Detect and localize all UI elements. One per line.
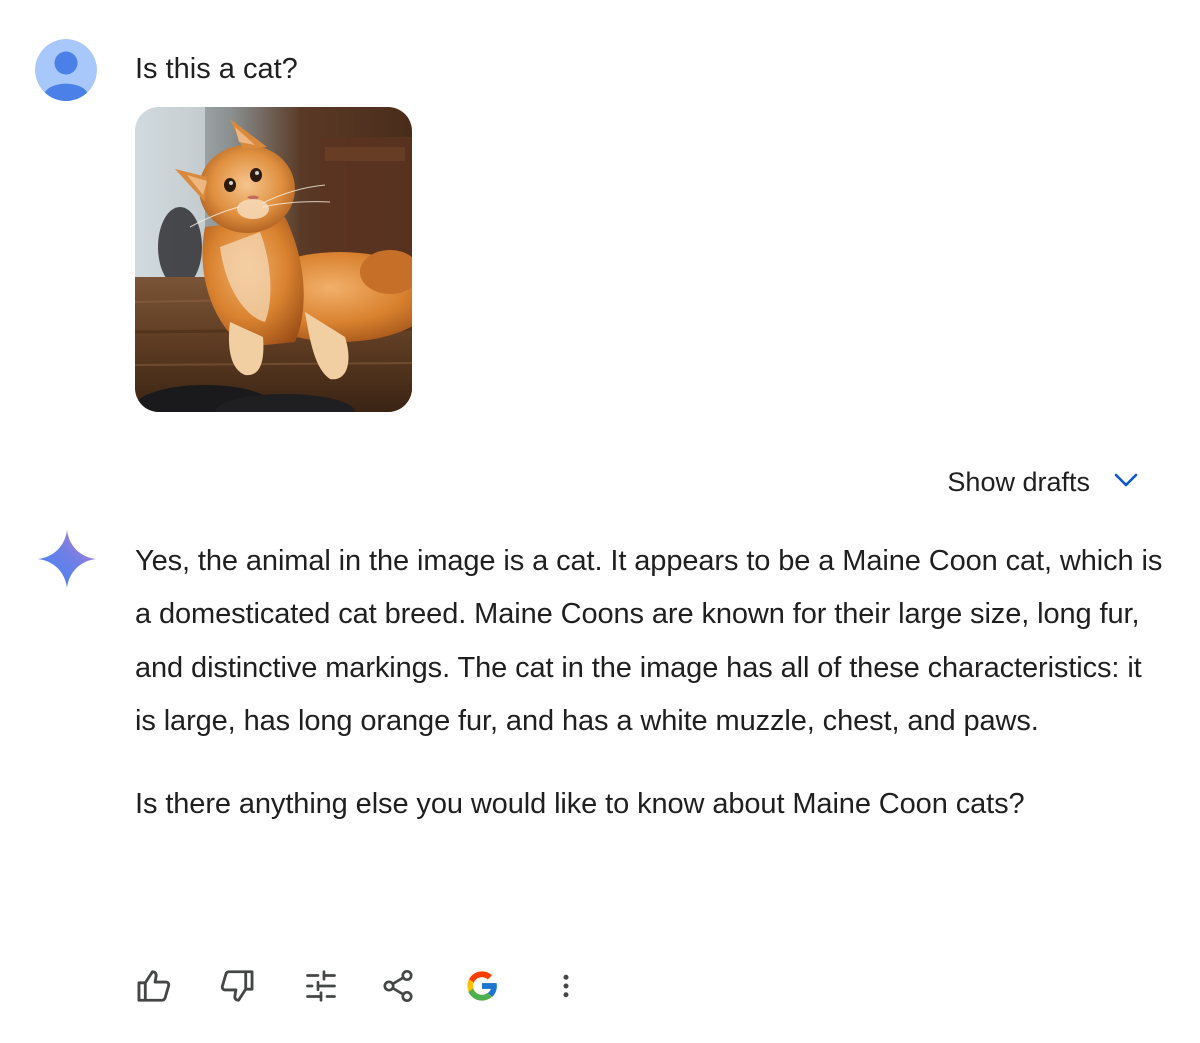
chat-page: Is this a cat? Show drafts Yes, the anim… bbox=[0, 0, 1200, 1043]
thumbs-down-icon bbox=[218, 967, 256, 1005]
thumbs-up-icon bbox=[135, 967, 173, 1005]
show-drafts-label: Show drafts bbox=[947, 467, 1090, 497]
more-options-icon bbox=[551, 971, 581, 1001]
user-avatar bbox=[35, 39, 97, 101]
user-prompt: Is this a cat? bbox=[135, 53, 298, 85]
show-drafts-button[interactable]: Show drafts bbox=[947, 462, 1140, 502]
google-search-button[interactable] bbox=[456, 960, 508, 1012]
uploaded-cat-image[interactable] bbox=[135, 107, 412, 412]
google-icon bbox=[463, 967, 501, 1005]
more-options-button[interactable] bbox=[540, 960, 592, 1012]
cat-photo bbox=[135, 107, 412, 412]
thumbs-down-button[interactable] bbox=[211, 960, 263, 1012]
chevron-down-icon bbox=[1112, 466, 1140, 499]
modify-response-button[interactable] bbox=[295, 960, 347, 1012]
gemini-sparkle-icon bbox=[37, 529, 97, 589]
model-response: Yes, the animal in the image is a cat. I… bbox=[135, 535, 1170, 831]
modify-response-icon bbox=[303, 968, 339, 1004]
thumbs-up-button[interactable] bbox=[128, 960, 180, 1012]
share-button[interactable] bbox=[372, 960, 424, 1012]
share-icon bbox=[380, 968, 416, 1004]
response-paragraph: Is there anything else you would like to… bbox=[135, 787, 1025, 820]
response-paragraph: Yes, the animal in the image is a cat. I… bbox=[135, 545, 1163, 738]
user-avatar-icon bbox=[35, 39, 97, 101]
